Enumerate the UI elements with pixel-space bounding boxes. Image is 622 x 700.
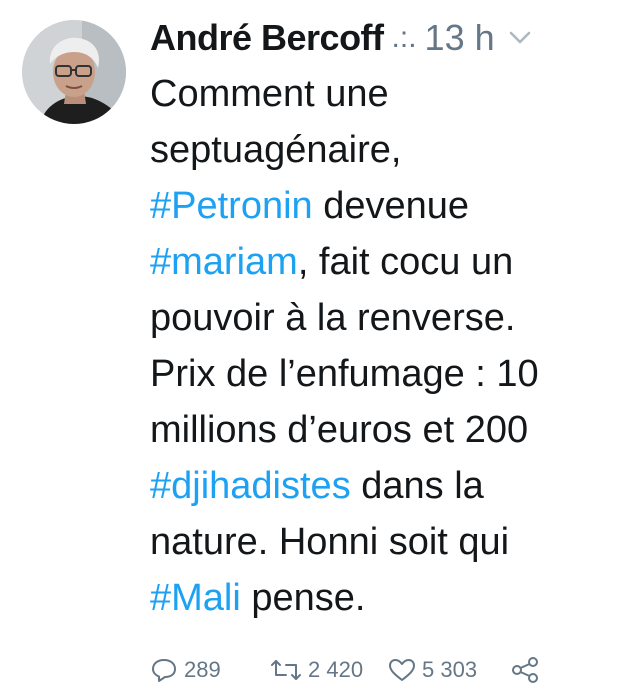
handle-ellipsis: .:. bbox=[391, 21, 417, 54]
tweet-line: nature. Honni soit qui bbox=[150, 521, 510, 563]
reply-icon bbox=[152, 659, 176, 682]
like-icon bbox=[389, 659, 415, 681]
tweet-text-segment: devenue bbox=[312, 185, 470, 227]
retweet-button[interactable]: 2 420 bbox=[270, 657, 388, 683]
tweet-line: #mariam, fait cocu un bbox=[150, 234, 605, 290]
avatar-image bbox=[22, 20, 126, 124]
like-button[interactable]: 5 303 bbox=[388, 657, 510, 683]
author-name[interactable]: André Bercoff bbox=[150, 17, 384, 59]
hashtag-link[interactable]: #djihadistes bbox=[150, 465, 351, 507]
tweet-line: #Petronin devenue bbox=[150, 178, 605, 234]
tweet-timestamp[interactable]: 13 h bbox=[425, 17, 495, 59]
tweet-text-segment: , fait cocu un bbox=[297, 241, 514, 283]
tweet-text: Comment une septuagénaire, #Petronin dev… bbox=[150, 66, 605, 626]
tweet-line: #Mali pense. bbox=[150, 570, 605, 626]
reply-button[interactable]: 289 bbox=[150, 657, 270, 683]
tweet-line: Prix de l’enfumage : 10 bbox=[150, 353, 539, 395]
like-count: 5 303 bbox=[422, 657, 478, 682]
tweet-text-segment: dans la bbox=[350, 465, 484, 507]
share-icon bbox=[512, 657, 538, 683]
hashtag-link[interactable]: #Petronin bbox=[150, 185, 313, 227]
tweet-text-segment: pense. bbox=[240, 577, 366, 619]
tweet-header: André Bercoff .:. 13 h bbox=[150, 10, 531, 66]
share-button[interactable] bbox=[510, 656, 540, 684]
retweet-icon bbox=[271, 660, 301, 680]
tweet-line: septuagénaire, bbox=[150, 129, 402, 171]
reply-count: 289 bbox=[184, 657, 221, 682]
tweet-line: pouvoir à la renverse. bbox=[150, 297, 516, 339]
tweet-line: #djihadistes dans la bbox=[150, 458, 605, 514]
retweet-count: 2 420 bbox=[308, 657, 364, 682]
tweet-line: Comment une bbox=[150, 73, 389, 115]
tweet-line: millions d’euros et 200 bbox=[150, 409, 529, 451]
hashtag-link[interactable]: #mariam bbox=[150, 241, 298, 283]
tweet-actions: 289 2 420 5 303 bbox=[150, 650, 540, 690]
hashtag-link[interactable]: #Mali bbox=[150, 577, 241, 619]
tweet-card: André Bercoff .:. 13 h Comment une septu… bbox=[0, 0, 622, 700]
chevron-down-icon[interactable] bbox=[509, 31, 531, 45]
avatar[interactable] bbox=[22, 20, 126, 124]
